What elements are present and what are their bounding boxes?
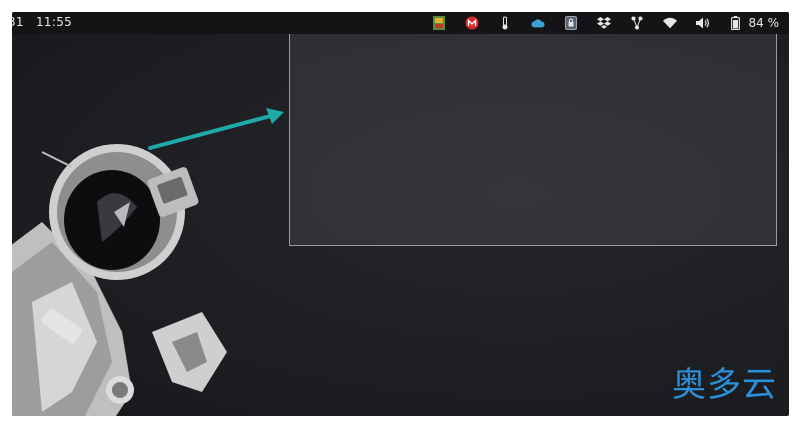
- mega-icon[interactable]: [465, 16, 479, 30]
- volume-icon[interactable]: [695, 16, 710, 30]
- time-text: 11:55: [36, 15, 73, 29]
- network-share-icon[interactable]: [630, 16, 644, 30]
- annotation-arrow: [148, 108, 284, 150]
- date-text: 31: [12, 15, 24, 29]
- thermometer-icon[interactable]: [498, 16, 512, 30]
- cloud-icon[interactable]: [530, 16, 545, 30]
- battery-icon[interactable]: [729, 16, 743, 30]
- app-indicator-icon[interactable]: [432, 16, 446, 30]
- lock-icon[interactable]: [564, 16, 578, 30]
- battery-percentage[interactable]: 84 %: [749, 16, 780, 30]
- dropbox-icon[interactable]: [596, 16, 611, 30]
- desktop: 31 11:55: [12, 12, 789, 416]
- clock[interactable]: 31 11:55: [12, 15, 80, 29]
- watermark-text: 奥多云: [672, 365, 777, 405]
- system-tray: 84 %: [413, 12, 780, 34]
- selection-rectangle[interactable]: [289, 12, 777, 246]
- top-panel: 31 11:55: [12, 12, 789, 34]
- astronaut-wallpaper: [12, 144, 227, 416]
- wifi-icon[interactable]: [662, 16, 677, 30]
